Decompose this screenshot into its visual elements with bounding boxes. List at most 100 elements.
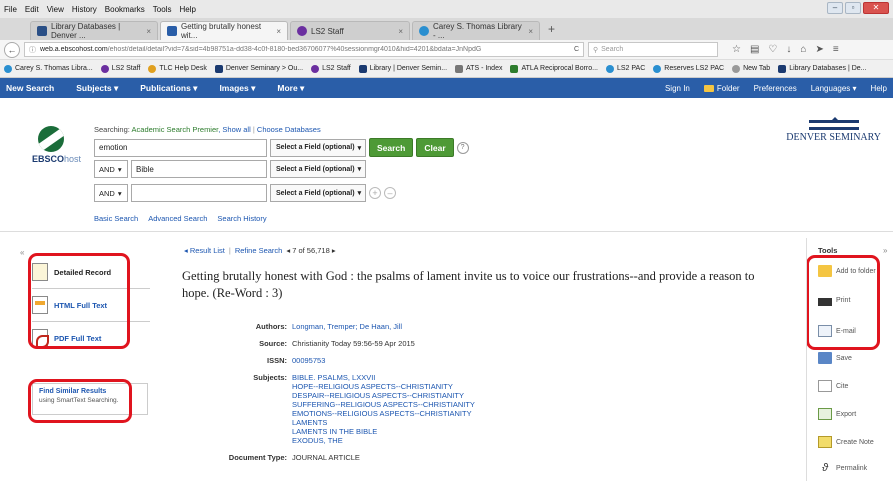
new-search-link[interactable]: New Search: [6, 83, 54, 93]
basic-search-link[interactable]: Basic Search: [94, 214, 138, 223]
bookmark-item[interactable]: ATS - Index: [455, 64, 503, 73]
subjects-menu[interactable]: Subjects ▾: [76, 83, 118, 94]
clipboard-icon[interactable]: ▤: [750, 44, 759, 55]
subject-link[interactable]: DESPAIR--RELIGIOUS ASPECTS--CHRISTIANITY: [292, 391, 475, 400]
info-icon[interactable]: ⓘ: [29, 45, 36, 55]
close-tab-icon[interactable]: ×: [146, 27, 151, 36]
search-history-link[interactable]: Search History: [217, 214, 266, 223]
bookmark-label: ATS - Index: [466, 65, 503, 72]
bookmark-item[interactable]: Denver Seminary > Ou...: [214, 64, 303, 73]
languages-menu[interactable]: Languages ▾: [811, 84, 857, 93]
show-all-link[interactable]: , Show all: [218, 125, 251, 134]
publications-menu[interactable]: Publications ▾: [140, 83, 197, 94]
add-row-icon[interactable]: +: [369, 187, 381, 199]
ebsco-logo-icon[interactable]: [38, 126, 64, 152]
menu-history[interactable]: History: [72, 5, 97, 14]
email-tool[interactable]: E-mail: [818, 325, 856, 337]
help-link[interactable]: Help: [871, 84, 887, 93]
search-term-input-3[interactable]: [131, 184, 267, 202]
remove-row-icon[interactable]: –: [384, 187, 396, 199]
sign-in-link[interactable]: Sign In: [665, 84, 690, 93]
boolean-select-2[interactable]: AND ▾: [94, 160, 128, 178]
new-tab-button[interactable]: +: [542, 22, 561, 36]
preferences-link[interactable]: Preferences: [754, 84, 797, 93]
url-bar[interactable]: ⓘ web.a.ebscohost.com/ehost/detail/detai…: [24, 42, 584, 57]
menu-file[interactable]: File: [4, 5, 17, 14]
browser-search-input[interactable]: ⚲ Search: [588, 42, 718, 57]
field-select-3[interactable]: Select a Field (optional) ▾: [270, 184, 366, 202]
bookmark-item[interactable]: LS2 Staff: [100, 64, 140, 73]
reload-icon[interactable]: C: [574, 46, 579, 53]
advanced-search-link[interactable]: Advanced Search: [148, 214, 207, 223]
bookmark-item[interactable]: New Tab: [732, 64, 770, 73]
print-tool[interactable]: Print: [818, 295, 850, 306]
minimize-button[interactable]: –: [827, 2, 843, 14]
field-select-label: Select a Field (optional): [276, 144, 355, 151]
ebsco-logo[interactable]: EBSCOhost: [32, 154, 81, 164]
choose-databases-link[interactable]: Choose Databases: [257, 125, 321, 134]
tab-carey-thomas-library[interactable]: Carey S. Thomas Library - ... ×: [412, 21, 540, 40]
bookmark-item[interactable]: Reserves LS2 PAC: [653, 64, 724, 73]
bookmark-item[interactable]: Library | Denver Semin...: [358, 64, 447, 73]
back-button[interactable]: ←: [4, 41, 20, 58]
permalink-tool[interactable]: ϑ Permalink: [818, 462, 867, 474]
add-to-folder-tool[interactable]: Add to folder: [818, 265, 876, 277]
bookmark-item[interactable]: TLC Help Desk: [148, 64, 207, 73]
subject-link[interactable]: LAMENTS IN THE BIBLE: [292, 427, 475, 436]
result-list-link[interactable]: ◂ Result List: [184, 246, 225, 255]
menu-bookmarks[interactable]: Bookmarks: [105, 5, 145, 14]
close-tab-icon[interactable]: ×: [398, 27, 403, 36]
collapse-left-icon[interactable]: «: [20, 248, 24, 257]
clear-button[interactable]: Clear: [416, 138, 454, 157]
collapse-right-icon[interactable]: »: [883, 246, 887, 255]
hamburger-menu-icon[interactable]: ≡: [833, 44, 839, 55]
denver-seminary-logo[interactable]: DENVER SEMINARY: [786, 117, 881, 143]
more-menu[interactable]: More ▾: [277, 83, 304, 94]
subject-link[interactable]: HOPE--RELIGIOUS ASPECTS--CHRISTIANITY: [292, 382, 475, 391]
subject-link[interactable]: LAMENTS: [292, 418, 475, 427]
cite-tool[interactable]: Cite: [818, 380, 848, 392]
tab-library-databases[interactable]: Library Databases | Denver ... ×: [30, 21, 158, 40]
subject-link[interactable]: SUFFERING--RELIGIOUS ASPECTS--CHRISTIANI…: [292, 400, 475, 409]
field-select-1[interactable]: Select a Field (optional) ▾: [270, 138, 366, 157]
bookmark-item[interactable]: ATLA Reciprocal Borro...: [510, 64, 598, 73]
record-position[interactable]: ◂ 7 of 56,718 ▸: [286, 246, 335, 255]
export-tool[interactable]: Export: [818, 408, 856, 420]
download-icon[interactable]: ↓: [786, 44, 791, 55]
boolean-select-3[interactable]: AND ▾: [94, 184, 128, 202]
highlight-find-similar: [28, 379, 132, 423]
close-window-button[interactable]: ✕: [863, 2, 889, 14]
refine-search-link[interactable]: Refine Search: [235, 246, 283, 255]
close-tab-icon[interactable]: ×: [276, 27, 281, 36]
maximize-button[interactable]: ▫: [845, 2, 861, 14]
field-select-2[interactable]: Select a Field (optional) ▾: [270, 160, 366, 178]
menu-view[interactable]: View: [47, 5, 64, 14]
bookmark-item[interactable]: Carey S. Thomas Libra...: [4, 64, 93, 73]
folder-link[interactable]: Folder: [703, 84, 740, 93]
save-tool[interactable]: Save: [818, 352, 852, 364]
subject-link[interactable]: EXODUS, THE: [292, 436, 475, 445]
bookmark-item[interactable]: LS2 PAC: [606, 64, 645, 73]
bookmark-item[interactable]: Library Databases | De...: [778, 64, 867, 73]
help-icon[interactable]: ?: [456, 141, 469, 154]
search-button[interactable]: Search: [369, 138, 414, 157]
authors-value[interactable]: Longman, Tremper; De Haan, Jill: [292, 322, 402, 331]
menu-help[interactable]: Help: [179, 5, 195, 14]
subject-link[interactable]: EMOTIONS--RELIGIOUS ASPECTS--CHRISTIANIT…: [292, 409, 475, 418]
tab-getting-brutally-honest[interactable]: Getting brutally honest wit... ×: [160, 21, 288, 40]
bookmark-item[interactable]: LS2 Staff: [311, 64, 351, 73]
pocket-icon[interactable]: ♡: [768, 44, 777, 55]
menu-tools[interactable]: Tools: [153, 5, 172, 14]
star-icon[interactable]: ☆: [732, 44, 741, 55]
search-term-input-2[interactable]: Bible: [131, 160, 267, 178]
home-icon[interactable]: ⌂: [800, 44, 806, 55]
subject-link[interactable]: BIBLE. PSALMS, LXXVII: [292, 373, 475, 382]
menu-edit[interactable]: Edit: [25, 5, 39, 14]
tab-ls2-staff[interactable]: LS2 Staff ×: [290, 21, 410, 40]
close-tab-icon[interactable]: ×: [528, 27, 533, 36]
images-menu[interactable]: Images ▾: [219, 83, 255, 94]
create-note-tool[interactable]: Create Note: [818, 436, 874, 448]
search-term-input-1[interactable]: emotion: [94, 138, 267, 157]
send-icon[interactable]: ➤: [815, 44, 823, 55]
issn-value[interactable]: 00095753: [292, 356, 325, 365]
